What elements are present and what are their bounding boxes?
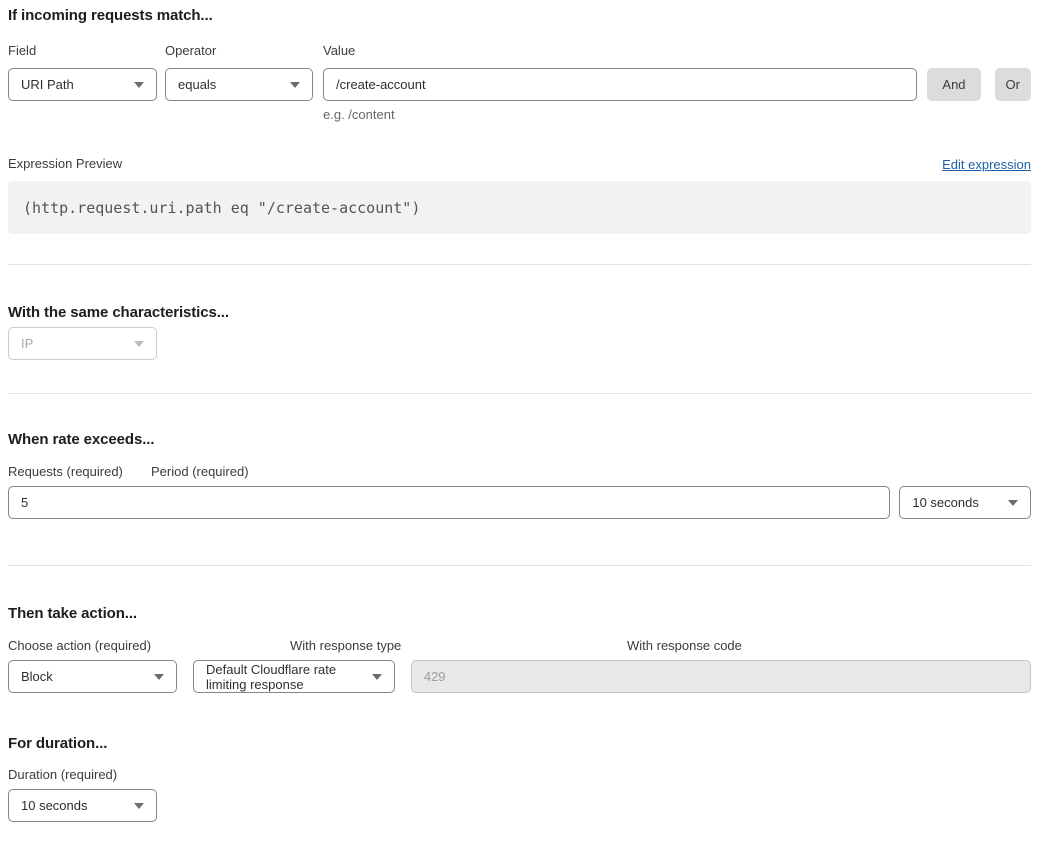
chevron-down-icon — [154, 674, 164, 680]
or-button[interactable]: Or — [995, 68, 1031, 101]
field-dropdown-value: URI Path — [21, 77, 74, 92]
rate-section-title: When rate exceeds... — [8, 432, 1031, 448]
edit-expression-link[interactable]: Edit expression — [942, 157, 1031, 172]
period-dropdown-value: 10 seconds — [912, 495, 979, 510]
choose-action-dropdown[interactable]: Block — [8, 660, 177, 693]
section-divider — [8, 393, 1031, 394]
duration-section-title: For duration... — [8, 736, 1031, 752]
response-code-label: With response code — [627, 638, 742, 654]
characteristic-dropdown: IP — [8, 327, 157, 360]
characteristic-dropdown-value: IP — [21, 336, 33, 351]
chevron-down-icon — [134, 82, 144, 88]
and-button[interactable]: And — [927, 68, 980, 101]
duration-dropdown[interactable]: 10 seconds — [8, 789, 157, 822]
choose-action-label: Choose action (required) — [8, 638, 290, 654]
choose-action-dropdown-value: Block — [21, 669, 53, 684]
action-section-title: Then take action... — [8, 606, 1031, 622]
section-divider — [8, 565, 1031, 566]
expression-preview-header: Expression Preview Edit expression — [8, 156, 1031, 172]
period-dropdown[interactable]: 10 seconds — [899, 486, 1031, 519]
value-input[interactable] — [323, 68, 917, 101]
field-label: Field — [8, 43, 157, 59]
response-type-dropdown-value: Default Cloudflare rate limiting respons… — [206, 662, 362, 692]
operator-label: Operator — [165, 43, 313, 59]
operator-dropdown[interactable]: equals — [165, 68, 313, 101]
operator-dropdown-value: equals — [178, 77, 216, 92]
duration-dropdown-value: 10 seconds — [21, 798, 88, 813]
chevron-down-icon — [134, 341, 144, 347]
value-helper-text: e.g. /content — [323, 107, 917, 122]
characteristics-section-title: With the same characteristics... — [8, 305, 1031, 321]
response-type-dropdown[interactable]: Default Cloudflare rate limiting respons… — [193, 660, 395, 693]
chevron-down-icon — [1008, 500, 1018, 506]
duration-label: Duration (required) — [8, 767, 1031, 783]
requests-input[interactable] — [8, 486, 890, 519]
value-label: Value — [323, 43, 917, 59]
match-expression-row: Field URI Path Operator equals Value e.g… — [8, 43, 1031, 122]
chevron-down-icon — [134, 803, 144, 809]
requests-label: Requests (required) — [8, 464, 151, 480]
field-dropdown[interactable]: URI Path — [8, 68, 157, 101]
expression-preview-code: (http.request.uri.path eq "/create-accou… — [8, 181, 1031, 234]
expression-preview-label: Expression Preview — [8, 156, 122, 172]
section-divider — [8, 264, 1031, 265]
rate-limiting-rule-form: If incoming requests match... Field URI … — [0, 0, 1048, 822]
chevron-down-icon — [290, 82, 300, 88]
period-label: Period (required) — [151, 464, 249, 480]
match-section-title: If incoming requests match... — [8, 8, 1031, 24]
response-type-label: With response type — [290, 638, 627, 654]
chevron-down-icon — [372, 674, 382, 680]
response-code-input — [411, 660, 1031, 693]
